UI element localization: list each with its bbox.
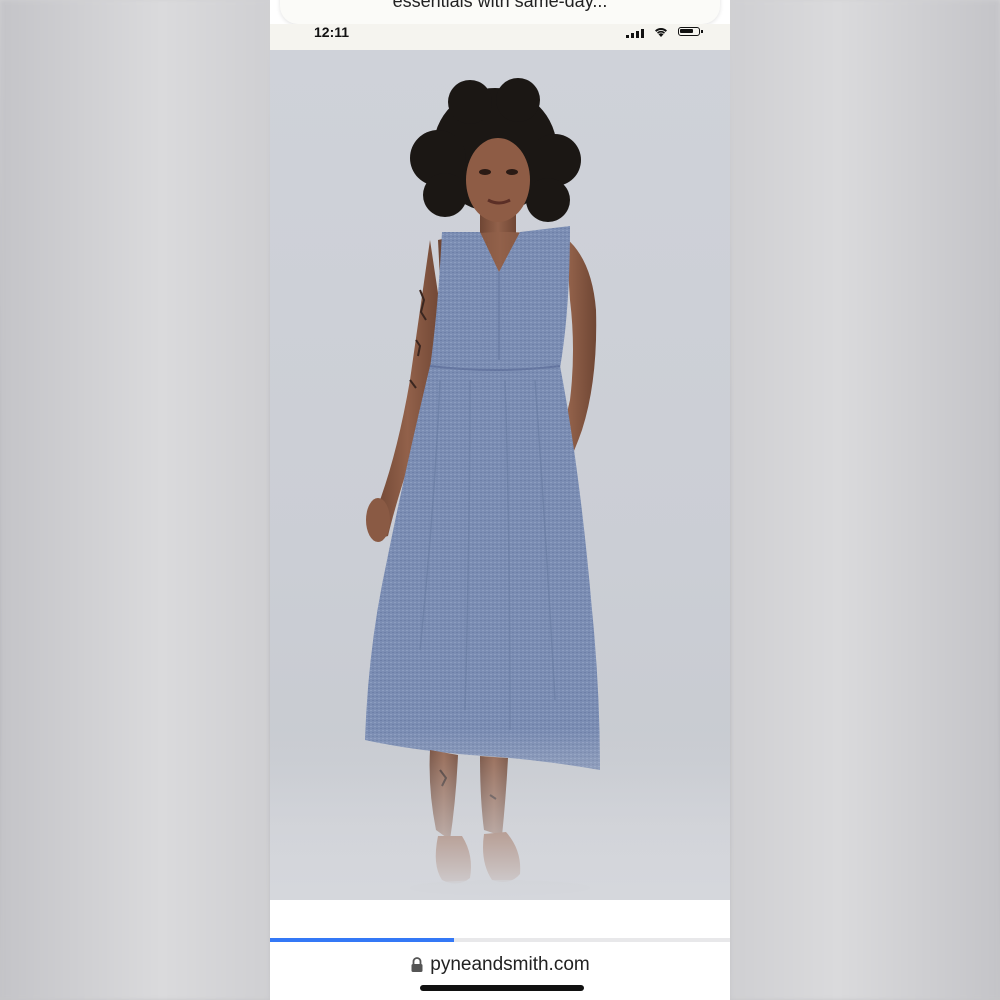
lock-icon [411, 957, 423, 972]
dress-skirt [365, 366, 600, 770]
progress-fill [270, 938, 454, 942]
address-bar[interactable]: pyneandsmith.com [270, 952, 730, 978]
notification-text: essentials with same-day... [392, 0, 608, 11]
signal-icon [626, 28, 644, 38]
battery-icon [678, 27, 703, 36]
face [466, 138, 530, 222]
phone-screenshot: essentials with same-day... 12:11 pynean… [270, 0, 730, 1000]
studio-floor [270, 730, 730, 900]
home-indicator[interactable] [420, 985, 584, 991]
url-text: pyneandsmith.com [430, 954, 590, 975]
wifi-icon [655, 28, 667, 37]
browser-bottom-bar: pyneandsmith.com [270, 900, 730, 1000]
blurred-background-right [730, 0, 1000, 1000]
blurred-background-left [0, 0, 270, 1000]
product-photo [270, 50, 730, 900]
notification-banner[interactable]: essentials with same-day... [280, 0, 720, 24]
page-load-progress [270, 938, 730, 942]
status-bar: 12:11 [270, 24, 730, 50]
status-time: 12:11 [314, 24, 350, 40]
